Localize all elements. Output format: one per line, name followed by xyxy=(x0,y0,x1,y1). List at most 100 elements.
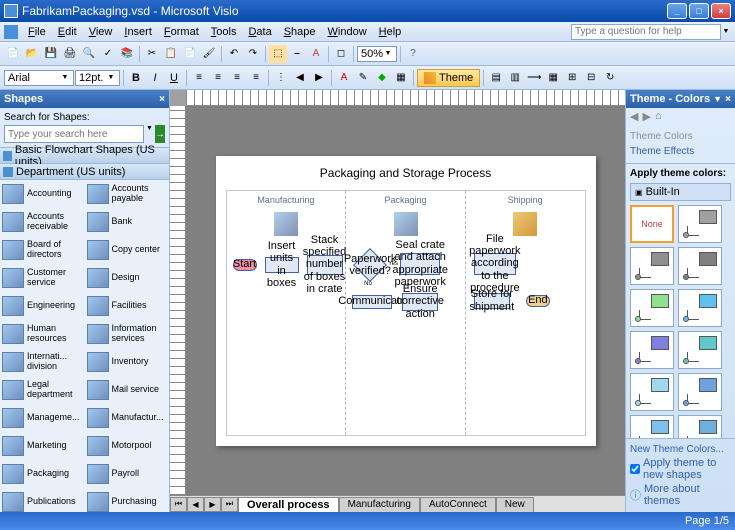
process-node[interactable]: Seal crate and attach appropriate paperw… xyxy=(400,253,440,275)
menu-tools[interactable]: Tools xyxy=(205,24,243,40)
end-node[interactable]: End xyxy=(526,295,550,307)
connect-button[interactable]: ⟶ xyxy=(525,69,543,87)
preview-button[interactable]: 🔍 xyxy=(80,45,98,63)
close-button[interactable]: × xyxy=(711,3,731,19)
shape-item[interactable]: Internati... division xyxy=(0,348,85,376)
shape-item[interactable]: Engineering xyxy=(0,292,85,320)
theme-swatch[interactable] xyxy=(678,415,722,438)
distribute-button[interactable]: ▥ xyxy=(506,69,524,87)
shape-item[interactable]: Inventory xyxy=(85,348,170,376)
tab-next-button[interactable]: ▶ xyxy=(204,497,221,512)
fontsize-select[interactable]: 12pt.▼ xyxy=(75,70,120,86)
shape-item[interactable]: Accounting xyxy=(0,180,85,208)
menu-view[interactable]: View xyxy=(83,24,119,40)
process-node[interactable]: Stack specified number of boxes in crate xyxy=(307,255,343,275)
process-node[interactable]: Store for shipment xyxy=(474,293,510,309)
align-right-button[interactable]: ≡ xyxy=(228,69,246,87)
home-icon[interactable]: ⌂ xyxy=(655,110,662,123)
theme-swatch[interactable] xyxy=(630,415,674,438)
start-node[interactable]: Start xyxy=(233,259,257,271)
align-center-button[interactable]: ≡ xyxy=(209,69,227,87)
forward-icon[interactable]: ▶ xyxy=(642,110,650,123)
theme-swatch[interactable] xyxy=(630,373,674,411)
font-select[interactable]: Arial▼ xyxy=(4,70,74,86)
shape-item[interactable]: Marketing xyxy=(0,432,85,460)
align-shapes-button[interactable]: ▤ xyxy=(487,69,505,87)
save-button[interactable]: 💾 xyxy=(42,45,60,63)
process-node[interactable]: Insert units in boxes xyxy=(265,257,299,273)
process-node[interactable]: Communicate xyxy=(352,295,392,309)
copy-button[interactable]: 📋 xyxy=(162,45,180,63)
shape-item[interactable]: Board of directors xyxy=(0,236,85,264)
decrease-indent-button[interactable]: ◀ xyxy=(291,69,309,87)
theme-swatch[interactable] xyxy=(630,289,674,327)
shape-item[interactable]: Accounts payable xyxy=(85,180,170,208)
menu-insert[interactable]: Insert xyxy=(118,24,158,40)
paste-button[interactable]: 📄 xyxy=(181,45,199,63)
shape-item[interactable]: Legal department xyxy=(0,376,85,404)
redo-button[interactable]: ↷ xyxy=(244,45,262,63)
tab-new[interactable]: New xyxy=(496,497,534,512)
shape-item[interactable]: Mail service xyxy=(85,376,170,404)
shape-item[interactable]: Bank xyxy=(85,208,170,236)
shape-item[interactable]: Purchasing xyxy=(85,488,170,512)
align-left-button[interactable]: ≡ xyxy=(190,69,208,87)
theme-dropdown-icon[interactable]: ▼ xyxy=(713,94,722,104)
shape-item[interactable]: Customer service xyxy=(0,264,85,292)
shape-item[interactable]: Design xyxy=(85,264,170,292)
maximize-button[interactable]: □ xyxy=(689,3,709,19)
spelling-button[interactable]: ✓ xyxy=(99,45,117,63)
menu-shape[interactable]: Shape xyxy=(278,24,322,40)
shape-item[interactable]: Publications xyxy=(0,488,85,512)
tab-first-button[interactable]: ⏮ xyxy=(170,497,187,512)
menu-window[interactable]: Window xyxy=(322,24,373,40)
bold-button[interactable]: B xyxy=(127,69,145,87)
new-theme-colors-link[interactable]: New Theme Colors... xyxy=(630,443,731,456)
shape-item[interactable]: Accounts receivable xyxy=(0,208,85,236)
cut-button[interactable]: ✂ xyxy=(143,45,161,63)
drawing-page[interactable]: Packaging and Storage Process Manufactur… xyxy=(216,156,596,446)
fill-color-button[interactable]: ◆ xyxy=(373,69,391,87)
pointer-tool-button[interactable]: ⬚ xyxy=(269,45,287,63)
back-icon[interactable]: ◀ xyxy=(630,110,638,123)
rotate-button[interactable]: ↻ xyxy=(601,69,619,87)
bullets-button[interactable]: ⋮ xyxy=(272,69,290,87)
theme-swatch[interactable] xyxy=(630,331,674,369)
format-painter-button[interactable]: 🖌 xyxy=(200,45,218,63)
theme-swatch[interactable] xyxy=(678,205,722,243)
menu-edit[interactable]: Edit xyxy=(52,24,83,40)
tab-prev-button[interactable]: ◀ xyxy=(187,497,204,512)
theme-button[interactable]: Theme xyxy=(417,69,480,87)
shape-tool-button[interactable]: ◻ xyxy=(332,45,350,63)
new-button[interactable]: 📄 xyxy=(4,45,22,63)
tab-overall[interactable]: Overall process xyxy=(238,497,339,512)
apply-to-new-checkbox[interactable]: Apply theme to new shapes xyxy=(630,456,731,482)
theme-colors-link[interactable]: Theme Colors xyxy=(630,129,731,144)
search-go-button[interactable]: → xyxy=(155,125,165,143)
shape-item[interactable]: Motorpool xyxy=(85,432,170,460)
theme-swatch[interactable] xyxy=(630,247,674,285)
shape-search-input[interactable] xyxy=(4,125,144,143)
open-button[interactable]: 📂 xyxy=(23,45,41,63)
theme-swatch[interactable] xyxy=(678,289,722,327)
shape-item[interactable]: Payroll xyxy=(85,460,170,488)
theme-close-icon[interactable]: × xyxy=(725,94,731,105)
line-color-button[interactable]: ✎ xyxy=(354,69,372,87)
connector-tool-button[interactable]: ⎯ xyxy=(288,45,306,63)
shadow-button[interactable]: ▦ xyxy=(392,69,410,87)
search-dropdown-icon[interactable]: ▼ xyxy=(146,125,153,143)
shape-item[interactable]: Human resources xyxy=(0,320,85,348)
menu-format[interactable]: Format xyxy=(158,24,205,40)
shape-item[interactable]: Facilities xyxy=(85,292,170,320)
shapes-close-icon[interactable]: × xyxy=(159,94,165,105)
shape-item[interactable]: Manufactur... xyxy=(85,404,170,432)
help-search[interactable] xyxy=(571,24,721,40)
menu-data[interactable]: Data xyxy=(242,24,277,40)
theme-swatch[interactable] xyxy=(678,331,722,369)
theme-swatch[interactable] xyxy=(678,247,722,285)
shape-item[interactable]: Copy center xyxy=(85,236,170,264)
shape-item[interactable]: Packaging xyxy=(0,460,85,488)
menu-help[interactable]: Help xyxy=(373,24,408,40)
minimize-button[interactable]: _ xyxy=(667,3,687,19)
layout-button[interactable]: ▦ xyxy=(544,69,562,87)
